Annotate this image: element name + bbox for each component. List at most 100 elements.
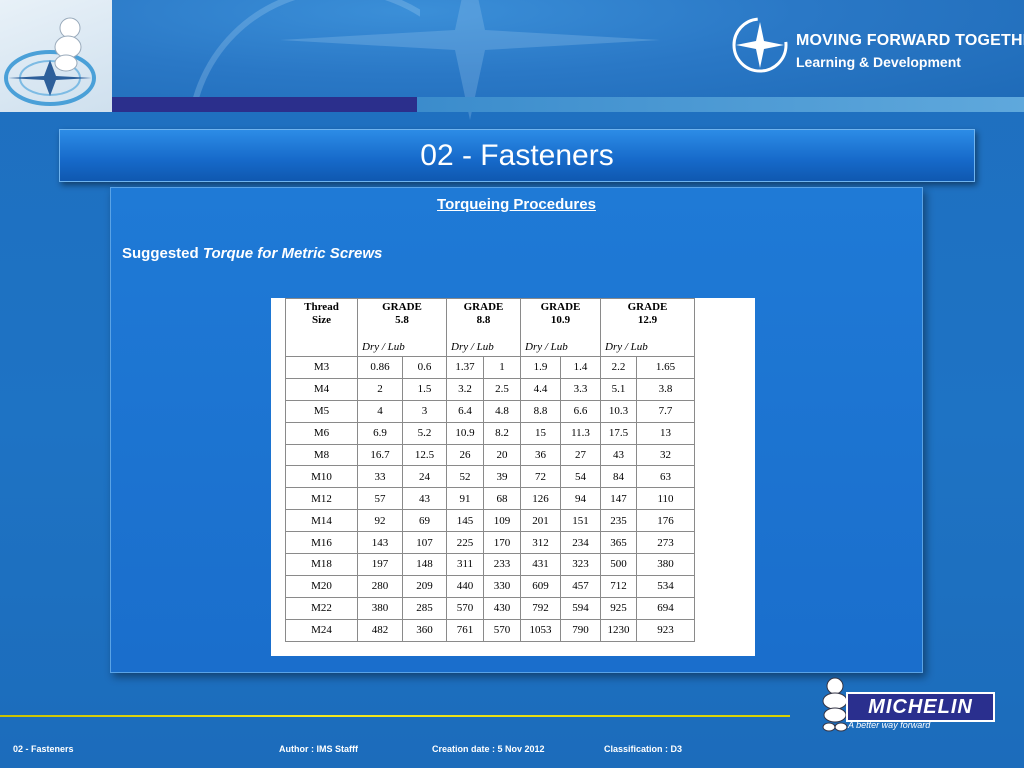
torque-value-cell: 534 — [636, 574, 695, 598]
torque-value-cell: 16.7 — [357, 443, 403, 467]
torque-value-cell: 91 — [446, 487, 484, 511]
header-line1: GRADE — [463, 301, 504, 313]
torque-value-cell: 2.5 — [483, 377, 521, 401]
torque-value-cell: 285 — [402, 596, 447, 620]
compass-icon — [4, 17, 96, 106]
header-line1: GRADE — [540, 301, 581, 313]
torque-value-cell: 33 — [357, 465, 403, 489]
torque-value-cell: 330 — [483, 574, 521, 598]
table-row: M18 197 148 311 233 431 323 500 380 — [285, 553, 695, 576]
torque-value-cell: 43 — [402, 487, 447, 511]
torque-value-cell: 54 — [560, 465, 601, 489]
slide-title: 02 - Fasteners — [420, 138, 614, 172]
torque-value-cell: 712 — [600, 574, 637, 598]
table-row: M16 143 107 225 170 312 234 365 273 — [285, 531, 695, 555]
torque-value-cell: 280 — [357, 574, 403, 598]
table-row: M24 482 360 761 570 1053 790 1230 923 — [285, 618, 695, 642]
torque-value-cell: 380 — [636, 553, 695, 576]
torque-value-cell: 3.8 — [636, 377, 695, 401]
torque-value-cell: 209 — [402, 574, 447, 598]
torque-value-cell: 109 — [483, 509, 521, 533]
torque-value-cell: 1 — [483, 356, 521, 379]
torque-value-cell: 570 — [483, 618, 521, 642]
torque-value-cell: 1.65 — [636, 356, 695, 379]
footer-classification: Classification : D3 — [604, 744, 683, 754]
torque-value-cell: 3.2 — [446, 377, 484, 401]
brand-tagline: MOVING FORWARD TOGETHER — [796, 32, 1024, 49]
bibendum-compass-logo — [0, 0, 112, 112]
torque-value-cell: 0.6 — [402, 356, 447, 379]
header-stripe-light — [417, 97, 1024, 112]
torque-value-cell: 26 — [446, 443, 484, 467]
header-line2: 5.8 — [395, 314, 409, 326]
michelin-logo: MICHELIN A better way forward — [818, 676, 995, 734]
subheading-italic: Torque for Metric Screws — [202, 245, 383, 262]
header-line2: 8.8 — [476, 314, 491, 326]
table-row: M5 4 3 6.4 4.8 8.8 6.6 10.3 7.7 — [285, 399, 695, 423]
torque-value-cell: 1053 — [520, 618, 561, 642]
torque-value-cell: 5.2 — [402, 421, 447, 445]
torque-value-cell: 72 — [520, 465, 561, 489]
footer-title: 02 - Fasteners — [13, 744, 74, 754]
table-row: M22 380 285 570 430 792 594 925 694 — [285, 596, 695, 620]
table-row: M4 2 1.5 3.2 2.5 4.4 3.3 5.1 3.8 — [285, 377, 695, 401]
torque-value-cell: 4 — [357, 399, 403, 423]
torque-value-cell: 570 — [446, 596, 484, 620]
table-body: M3 0.86 0.6 1.37 1 1.9 1.4 2.2 1.65 M4 2 1.5 3.2 2.5 4… — [285, 356, 695, 642]
torque-value-cell: 925 — [600, 596, 637, 620]
torque-value-cell: 176 — [636, 509, 695, 533]
torque-value-cell: 68 — [483, 487, 521, 511]
header-line1: Thread — [304, 301, 339, 313]
torque-value-cell: 790 — [560, 618, 601, 642]
torque-value-cell: 234 — [560, 531, 601, 555]
torque-value-cell: 380 — [357, 596, 403, 620]
torque-value-cell: 233 — [483, 553, 521, 576]
torque-value-cell: 84 — [600, 465, 637, 489]
header-line1: GRADE — [382, 301, 422, 313]
footer-creation-date: Creation date : 5 Nov 2012 — [432, 744, 545, 754]
torque-value-cell: 36 — [520, 443, 561, 467]
moving-forward-logo: MOVING FORWARD TOGETHER Learning & Devel… — [730, 12, 1024, 82]
torque-value-cell: 197 — [357, 553, 403, 576]
header-grade-8-8: GRADE 8.8 Dry / Lub — [446, 298, 521, 357]
footer-divider — [0, 715, 790, 717]
torque-value-cell: 143 — [357, 531, 403, 555]
torque-value-cell: 792 — [520, 596, 561, 620]
torque-value-cell: 0.86 — [357, 356, 403, 379]
torque-value-cell: 3 — [402, 399, 447, 423]
thread-size-cell: M14 — [285, 509, 358, 533]
subheading: Suggested Torque for Metric Screws — [122, 245, 382, 262]
torque-value-cell: 39 — [483, 465, 521, 489]
header-grade-10-9: GRADE 10.9 Dry / Lub — [520, 298, 601, 357]
thread-size-cell: M16 — [285, 531, 358, 555]
torque-value-cell: 147 — [600, 487, 637, 511]
torque-value-cell: 311 — [446, 553, 484, 576]
header-grade-12-9: GRADE 12.9 Dry / Lub — [600, 298, 695, 357]
torque-value-cell: 1.37 — [446, 356, 484, 379]
header-drylub: Dry / Lub — [525, 341, 568, 353]
table-row: M8 16.7 12.5 26 20 36 27 43 32 — [285, 443, 695, 467]
header-line1: GRADE — [627, 301, 668, 313]
torque-value-cell: 10.9 — [446, 421, 484, 445]
torque-value-cell: 15 — [520, 421, 561, 445]
torque-value-cell: 365 — [600, 531, 637, 555]
torque-value-cell: 4.8 — [483, 399, 521, 423]
torque-value-cell: 8.2 — [483, 421, 521, 445]
subheading-plain: Suggested — [122, 245, 203, 262]
torque-value-cell: 126 — [520, 487, 561, 511]
slide-title-bar: 02 - Fasteners — [59, 129, 975, 182]
torque-value-cell: 761 — [446, 618, 484, 642]
torque-value-cell: 6.9 — [357, 421, 403, 445]
torque-value-cell: 201 — [520, 509, 561, 533]
torque-value-cell: 2 — [357, 377, 403, 401]
torque-value-cell: 225 — [446, 531, 484, 555]
table-row: M14 92 69 145 109 201 151 235 176 — [285, 509, 695, 533]
torque-value-cell: 1.5 — [402, 377, 447, 401]
torque-value-cell: 17.5 — [600, 421, 637, 445]
torque-value-cell: 430 — [483, 596, 521, 620]
torque-value-cell: 12.5 — [402, 443, 447, 467]
torque-value-cell: 235 — [600, 509, 637, 533]
torque-value-cell: 20 — [483, 443, 521, 467]
torque-value-cell: 92 — [357, 509, 403, 533]
torque-value-cell: 52 — [446, 465, 484, 489]
